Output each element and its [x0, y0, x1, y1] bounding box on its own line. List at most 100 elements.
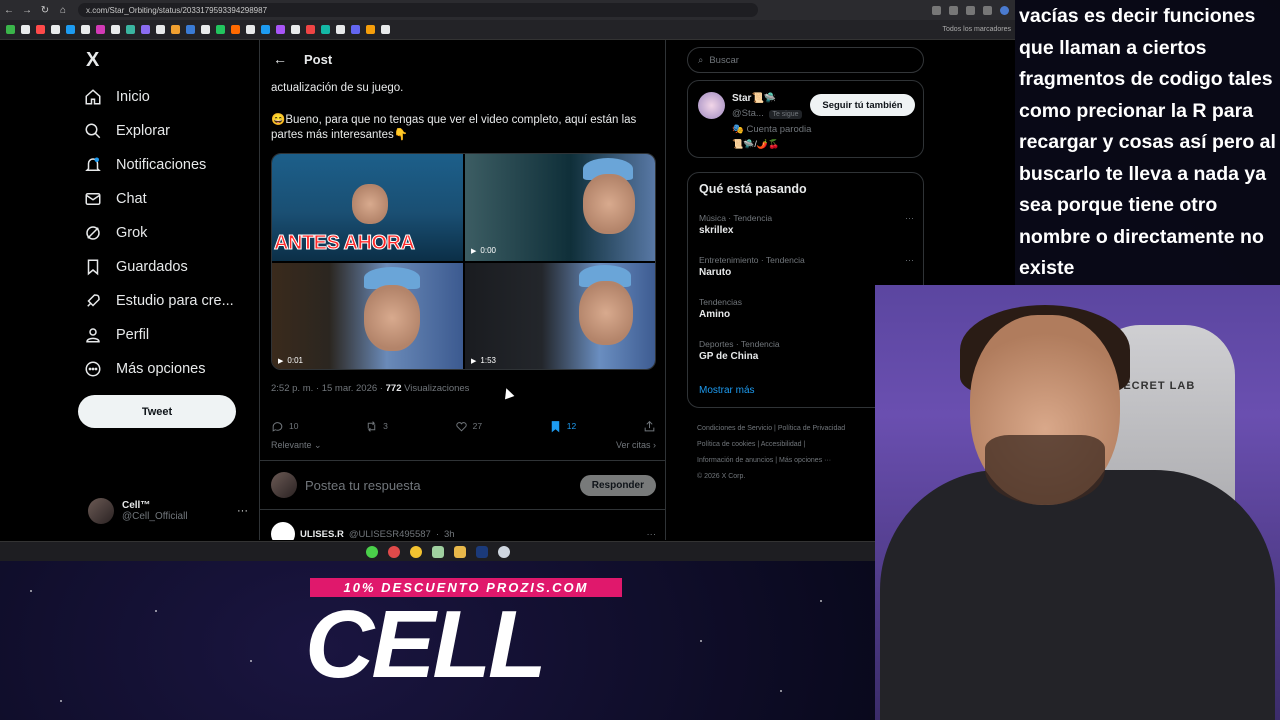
photoshop-icon[interactable]	[475, 545, 488, 558]
nav-item-notificaciones[interactable]: Notificaciones	[84, 150, 206, 180]
video-thumbnail[interactable]: 0:00	[465, 154, 655, 261]
more-icon[interactable]: ···	[647, 529, 657, 540]
bookmark-icon[interactable]	[126, 25, 135, 34]
reply-action[interactable]: 10	[271, 418, 298, 434]
nav-item-guardados[interactable]: Guardados	[84, 252, 188, 282]
video-thumbnail[interactable]: 1:53	[465, 263, 655, 369]
chrome-icon[interactable]	[409, 545, 422, 558]
reply-icon	[272, 421, 283, 432]
sort-dropdown[interactable]: Relevante ⌄	[271, 440, 322, 451]
footer-link[interactable]: Política de cookies	[697, 441, 755, 448]
heart-icon	[455, 421, 467, 432]
bookmark-icon[interactable]	[291, 25, 300, 34]
bookmark-icon[interactable]	[231, 25, 240, 34]
like-action[interactable]: 27	[455, 418, 482, 434]
bookmark-icon[interactable]	[111, 25, 120, 34]
bookmark-icon[interactable]	[261, 25, 270, 34]
bookmark-icon[interactable]	[366, 25, 375, 34]
views-label: Visualizaciones	[404, 383, 470, 394]
nav-item-perfil[interactable]: Perfil	[84, 320, 149, 350]
tweet-button[interactable]: Tweet	[78, 395, 236, 428]
bookmark-icon[interactable]	[201, 25, 210, 34]
video-thumbnail[interactable]: 0:01	[272, 263, 463, 369]
taskbar-app-icon[interactable]	[497, 545, 510, 558]
more-icon[interactable]: ···	[905, 213, 914, 223]
taskbar-app-icon[interactable]	[387, 545, 400, 558]
trend-item[interactable]: Música · Tendencia skrillex ···	[699, 213, 914, 236]
back-arrow-icon[interactable]: ←	[260, 51, 300, 67]
bookmark-icon[interactable]	[336, 25, 345, 34]
nav-item-chat[interactable]: Chat	[84, 184, 147, 214]
reload-icon[interactable]: ↻	[36, 5, 54, 16]
search-icon	[84, 122, 102, 140]
bookmark-icon[interactable]	[276, 25, 285, 34]
bookmark-icon[interactable]	[21, 25, 30, 34]
trend-item[interactable]: Entretenimiento · Tendencia Naruto ···	[699, 255, 914, 278]
bookmark-icon[interactable]	[6, 25, 15, 34]
bookmark-icon[interactable]	[81, 25, 90, 34]
quotes-link[interactable]: Ver citas ›	[616, 440, 656, 451]
bookmark-icon	[551, 420, 560, 432]
nav-item-grok[interactable]: Grok	[84, 218, 147, 248]
address-bar[interactable]: x.com/Star_Orbiting/status/2033179593394…	[78, 3, 758, 17]
reply-item[interactable]: ULISES.R @ULISESR495587 · 3h ···	[271, 522, 656, 540]
footer-link[interactable]: Accesibilidad	[761, 441, 802, 448]
bookmark-icon[interactable]	[96, 25, 105, 34]
nav-item-inicio[interactable]: Inicio	[84, 82, 150, 112]
bookmark-icon[interactable]	[51, 25, 60, 34]
post-time[interactable]: 2:52 p. m.	[271, 383, 313, 394]
taskbar-app-icon[interactable]	[431, 545, 444, 558]
more-icon[interactable]: ···	[237, 505, 248, 517]
all-bookmarks[interactable]: Todos los marcadores	[943, 26, 1015, 33]
bookmark-icon[interactable]	[216, 25, 225, 34]
nav-item-mas-opciones[interactable]: Más opciones	[84, 354, 205, 384]
profile-icon[interactable]	[1000, 5, 1009, 15]
nav-label: Perfil	[116, 327, 150, 343]
folder-icon[interactable]	[453, 545, 466, 558]
bookmark-icon[interactable]	[36, 25, 45, 34]
bookmark-icon[interactable]	[381, 25, 390, 34]
repost-action[interactable]: 3	[365, 418, 388, 434]
bookmark-icon[interactable]	[306, 25, 315, 34]
x-logo-icon[interactable]: X	[86, 50, 106, 70]
extension-icon[interactable]	[966, 5, 975, 15]
bookmark-icon[interactable]	[171, 25, 180, 34]
bookmark-icon[interactable]	[321, 25, 330, 34]
home-browser-icon[interactable]: ⌂	[54, 5, 72, 16]
account-switcher[interactable]: Cell™ @Cell_Officiall ···	[88, 495, 248, 527]
forward-icon[interactable]: →	[18, 5, 36, 16]
profile-name[interactable]: Star📜🛸	[732, 93, 776, 104]
bookmark-icon[interactable]	[156, 25, 165, 34]
nav-label: Guardados	[116, 259, 188, 275]
follow-button[interactable]: Seguir tú también	[810, 94, 915, 116]
share-action[interactable]	[643, 418, 656, 434]
search-input[interactable]: ⌕ Buscar	[687, 47, 924, 73]
bookmark-icon[interactable]	[66, 25, 75, 34]
reply-button[interactable]: Responder	[579, 474, 656, 496]
back-icon[interactable]: ←	[0, 5, 18, 16]
reply-input[interactable]: Postea tu respuesta	[305, 478, 421, 493]
avatar[interactable]	[698, 92, 725, 119]
more-icon[interactable]: ···	[905, 255, 914, 265]
taskbar-app-icon[interactable]	[365, 545, 378, 558]
bookmark-icon[interactable]	[351, 25, 360, 34]
bookmark-icon[interactable]	[186, 25, 195, 34]
footer-link[interactable]: Información de anuncios	[697, 457, 773, 464]
show-more-link[interactable]: Mostrar más	[699, 385, 755, 396]
bookmark-icon[interactable]	[246, 25, 255, 34]
media-thumbnail[interactable]: ANTES AHORA	[272, 154, 463, 261]
bookmark-icon[interactable]	[141, 25, 150, 34]
extension-icon[interactable]	[949, 5, 958, 15]
star	[820, 600, 822, 602]
bookmark-action[interactable]: 12	[549, 418, 576, 434]
footer-link[interactable]: Condiciones de Servicio	[697, 425, 772, 432]
nav-item-explorar[interactable]: Explorar	[84, 116, 170, 146]
footer-link[interactable]: Más opciones ···	[779, 457, 831, 464]
nav-item-estudio[interactable]: Estudio para cre...	[84, 286, 234, 316]
avatar	[271, 472, 297, 498]
extension-icon[interactable]	[932, 5, 941, 15]
profile-bio: 📜🛸/🌶️🍒	[732, 139, 780, 149]
extension-icon[interactable]	[983, 5, 992, 15]
post-date[interactable]: 15 mar. 2026	[322, 383, 377, 394]
footer-link[interactable]: Política de Privacidad	[778, 425, 845, 432]
